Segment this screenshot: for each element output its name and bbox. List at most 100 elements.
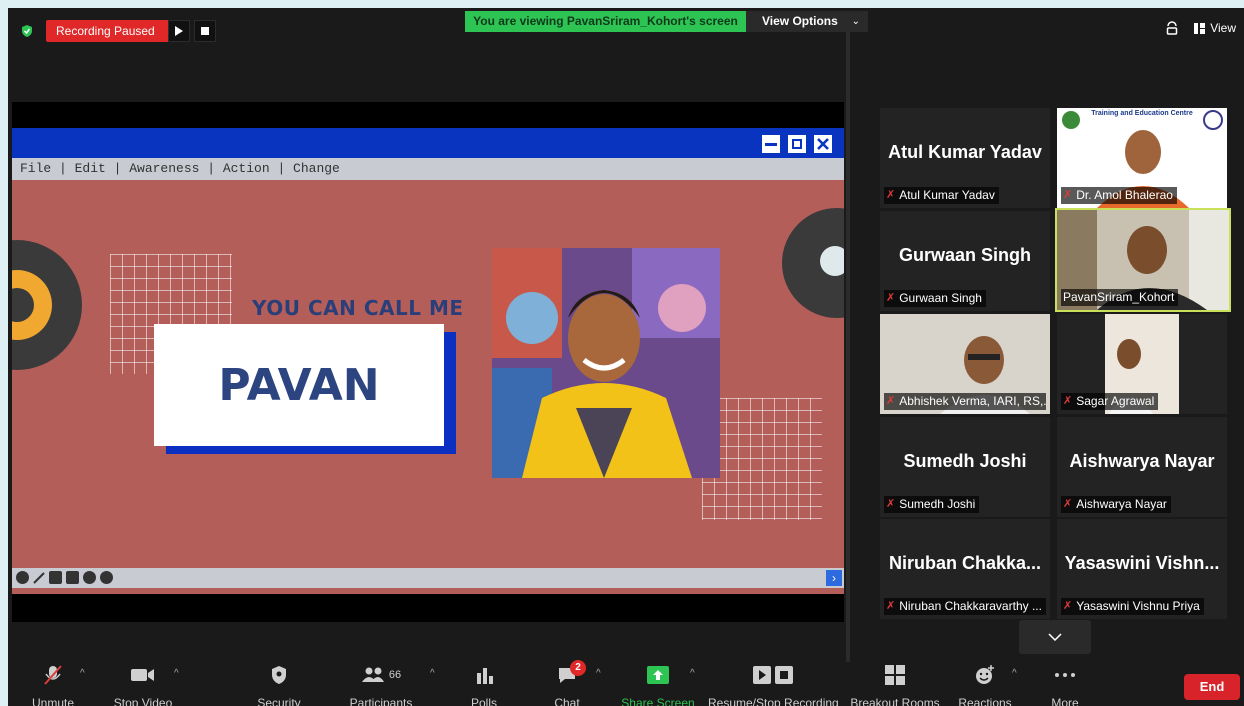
view-options-label: View Options [762,14,838,28]
immersive-view-icon[interactable] [1166,20,1178,36]
grid-decoration [702,398,822,520]
grid-view-icon [1194,22,1206,34]
participant-tile[interactable]: ✗ Abhishek Verma, IARI, RS,... [880,314,1050,414]
share-screen-button[interactable]: Share Screen ^ [620,662,696,706]
participant-label: ✗ Yasaswini Vishnu Priya [1061,598,1204,615]
participant-label: PavanSriram_Kohort [1061,289,1179,306]
participant-name: Sumedh Joshi [903,451,1027,471]
muted-mic-icon: ✗ [886,600,896,612]
video-camera-icon [131,669,154,681]
close-icon [814,135,832,153]
participant-label: ✗ Sumedh Joshi [884,496,980,513]
chat-button[interactable]: 2 Chat ^ [544,660,601,706]
chevron-down-icon [1048,633,1062,641]
slide-name-card: PAVAN [154,324,444,446]
options-icon[interactable] [83,571,96,584]
presentation-slide: File | Edit | Awareness | Action | Chang… [12,128,844,594]
vinyl-record-decoration [12,240,82,370]
muted-mic-icon: ✗ [1063,189,1073,201]
participants-icon [361,667,384,682]
participant-name: Aishwarya Nayar [1069,451,1215,471]
captions-icon[interactable] [49,571,62,584]
participant-tile[interactable]: Atul Kumar Yadav ✗ Atul Kumar Yadav [880,108,1050,208]
meeting-toolbar: Unmute ^ Stop Video ^ Security 66 Partic… [8,660,1244,706]
caret-up-icon[interactable]: ^ [430,668,435,679]
camera-icon[interactable] [66,571,79,584]
recording-paused-badge[interactable]: Recording Paused [46,20,172,42]
muted-mic-icon: ✗ [1063,600,1073,612]
participant-tile[interactable]: Niruban Chakka... ✗ Niruban Chakkaravarth… [880,519,1050,619]
more-button[interactable]: More [1046,662,1084,706]
minimize-icon [762,135,780,153]
gallery-next-page-button[interactable] [1019,620,1091,654]
security-button[interactable]: Security [244,662,314,706]
polls-icon [477,668,493,684]
stop-recording-icon [775,666,793,684]
caret-up-icon[interactable]: ^ [174,668,179,679]
participant-tile[interactable]: Gurwaan Singh ✗ Gurwaan Singh [880,211,1050,311]
muted-mic-icon: ✗ [886,498,896,510]
slide-window-titlebar [12,128,844,158]
shield-icon [272,666,286,684]
reactions-button[interactable]: Reactions ^ [950,662,1020,706]
muted-mic-icon: ✗ [886,395,896,407]
participant-name: Atul Kumar Yadav [888,142,1042,162]
viewing-screen-banner: You are viewing PavanSriram_Kohort's scr… [465,11,746,32]
stop-icon [201,27,209,35]
muted-mic-icon [44,665,62,685]
participant-tile[interactable]: Yasaswini Vishn... ✗ Yasaswini Vishnu Pri… [1057,519,1227,619]
previous-slide-icon[interactable] [16,571,29,584]
muted-mic-icon: ✗ [886,189,896,201]
participants-count: 66 [388,669,402,681]
maximize-icon [788,135,806,153]
end-meeting-button[interactable]: End [1184,674,1240,700]
reactions-icon [976,665,994,684]
participant-tile[interactable]: ✗ Sagar Agrawal [1057,314,1227,414]
resume-recording-icon [753,666,771,684]
participant-label: ✗ Atul Kumar Yadav [884,187,999,204]
participant-tile[interactable]: Aishwarya Nayar ✗ Aishwarya Nayar [1057,417,1227,517]
view-options-dropdown[interactable]: View Options ⌄ [746,11,868,32]
participants-button[interactable]: 66 Participants ^ [344,662,435,706]
chat-badge: 2 [570,660,586,676]
top-right-controls: View [1166,20,1236,36]
play-icon [175,26,183,36]
next-slide-icon[interactable] [100,571,113,584]
vinyl-record-decoration [782,208,844,318]
stop-video-button[interactable]: Stop Video ^ [104,662,182,706]
encryption-shield-icon[interactable] [20,24,34,38]
participant-name: Gurwaan Singh [898,245,1031,265]
participant-label: ✗ Sagar Agrawal [1061,393,1159,410]
caret-up-icon[interactable]: ^ [596,668,601,679]
participant-label: ✗ Dr. Amol Bhalerao [1061,187,1177,204]
breakout-rooms-button[interactable]: Breakout Rooms [846,662,944,706]
view-label: View [1210,21,1236,35]
participant-label: ✗ Niruban Chakkaravarthy ... [884,598,1046,615]
panel-divider[interactable] [846,32,850,662]
caret-up-icon[interactable]: ^ [1012,668,1017,679]
breakout-rooms-icon [885,665,905,685]
resume-recording-button[interactable] [168,20,190,42]
participant-label: ✗ Abhishek Verma, IARI, RS,... [884,393,1046,410]
resume-stop-recording-button[interactable]: Resume/Stop Recording [708,662,839,706]
polls-button[interactable]: Polls [462,662,506,706]
caret-up-icon[interactable]: ^ [80,668,85,679]
participant-label: ✗ Gurwaan Singh [884,290,986,307]
stop-recording-button[interactable] [194,20,216,42]
shared-screen: File | Edit | Awareness | Action | Chang… [12,102,844,622]
zoom-meeting-window: Recording Paused You are viewing PavanSr… [8,8,1244,706]
more-icon [1055,673,1075,677]
muted-mic-icon: ✗ [886,292,896,304]
next-arrow-icon[interactable]: › [826,570,842,586]
view-button[interactable]: View [1194,21,1236,35]
chevron-down-icon: ⌄ [851,16,860,27]
unmute-button[interactable]: Unmute ^ [20,662,86,706]
institute-logo-text: Training and Education Centre [1091,110,1193,117]
caret-up-icon[interactable]: ^ [690,668,695,679]
participant-tile[interactable]: Sumedh Joshi ✗ Sumedh Joshi [880,417,1050,517]
participant-name: Yasaswini Vishn... [1064,553,1220,573]
participant-tile[interactable]: Training and Education Centre ✗ Dr. Amol … [1057,108,1227,208]
active-speaker-tile[interactable]: PavanSriram_Kohort [1055,208,1231,312]
slide-menu-bar: File | Edit | Awareness | Action | Chang… [12,158,844,180]
pen-icon[interactable] [33,571,45,584]
